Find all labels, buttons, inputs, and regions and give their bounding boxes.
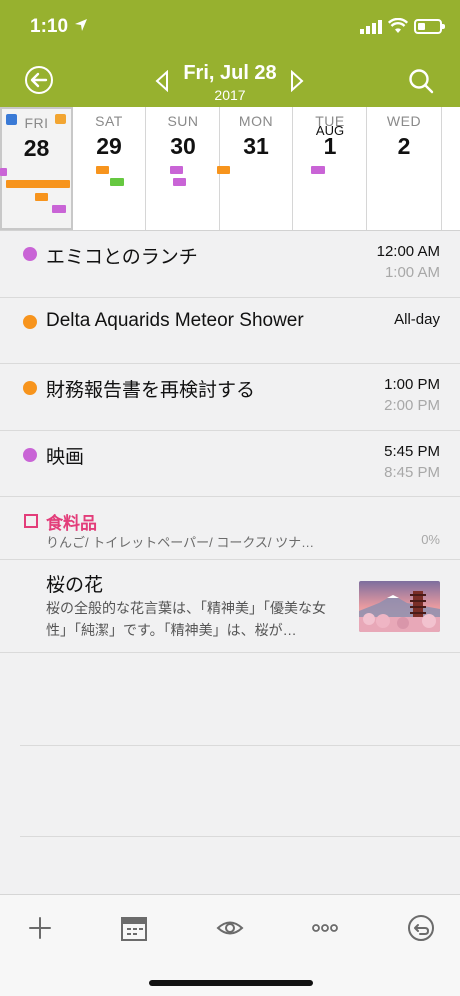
event-title: 映画 [46, 447, 85, 468]
agenda-list: エミコとのランチ 12:00 AM 1:00 AM Delta Aquarids… [0, 231, 460, 653]
event-title: エミコとのランチ [46, 247, 198, 268]
event-color-dot [23, 381, 37, 395]
day-name: WED [386, 113, 422, 129]
plus-icon[interactable] [25, 913, 55, 943]
day-cell-tue[interactable]: TUE AUG 1 [294, 107, 367, 230]
day-cell-sun[interactable]: SUN 30 [147, 107, 220, 230]
event-marker [96, 166, 109, 174]
next-day-button[interactable] [290, 70, 304, 92]
event-marker [217, 166, 230, 174]
date-title[interactable]: Fri, Jul 28 [0, 62, 460, 85]
event-color-dot [23, 448, 37, 462]
todo-items: りんご/ トイレットペーパー/ コークス/ ツナ… [46, 535, 315, 550]
event-marker [0, 168, 7, 176]
day-number: 2 [397, 133, 411, 159]
wifi-icon [388, 18, 408, 33]
day-name: FRI [24, 115, 49, 131]
eye-icon[interactable] [215, 913, 245, 943]
event-row[interactable]: 映画 5:45 PM 8:45 PM [0, 431, 460, 497]
event-row[interactable]: 財務報告書を再検討する 1:00 PM 2:00 PM [0, 364, 460, 431]
day-name: MON [238, 113, 274, 129]
day-cell-mon[interactable]: MON 31 [217, 107, 293, 230]
day-name: SAT [95, 113, 123, 129]
event-marker [110, 178, 124, 186]
search-button[interactable] [408, 68, 434, 94]
event-start-time: 1:00 PM [384, 376, 440, 393]
event-marker [35, 193, 48, 201]
day-number: 1 [323, 133, 337, 159]
day-number: 31 [243, 133, 269, 159]
week-strip: FRI 28 SAT 29 SUN 30 MON 31 TUE AUG 1 WE… [0, 107, 460, 231]
home-indicator [149, 980, 313, 986]
event-start-time: 5:45 PM [384, 443, 440, 460]
day-cell-fri[interactable]: FRI 28 [0, 107, 73, 230]
day-number: 30 [170, 133, 196, 159]
divider [20, 745, 460, 746]
date-year: 2017 [214, 87, 246, 103]
signal-icon [360, 20, 382, 34]
todo-row[interactable]: 食料品 りんご/ トイレットペーパー/ コークス/ ツナ… 0% [0, 497, 460, 560]
event-end-time: 8:45 PM [384, 464, 440, 481]
day-number: 28 [23, 135, 50, 161]
event-end-time: 2:00 PM [384, 397, 440, 414]
todo-checkbox[interactable] [24, 514, 38, 528]
event-marker [6, 180, 70, 188]
event-color-dot [23, 247, 37, 261]
memo-body: 桜の全般的な花言葉は、「精神美」「優美な女性」「純潔」です。「精神美」は、桜が… [46, 600, 326, 638]
todo-title: 食料品 [46, 514, 97, 533]
header-bar: 1:10 Fri, Jul 28 2017 [0, 0, 460, 107]
event-color-dot [23, 315, 37, 329]
app-screen: 1:10 Fri, Jul 28 2017 FRI 28 SAT 29 SUN … [0, 0, 460, 996]
more-icon[interactable] [310, 913, 340, 943]
undo-icon[interactable] [406, 913, 436, 943]
event-row[interactable]: エミコとのランチ 12:00 AM 1:00 AM [0, 231, 460, 298]
memo-thumbnail [359, 581, 440, 632]
memo-title: 桜の花 [46, 575, 104, 596]
event-start-time: 12:00 AM [376, 243, 440, 260]
event-title: 財務報告書を再検討する [46, 380, 256, 401]
memo-row[interactable]: 桜の花 桜の全般的な花言葉は、「精神美」「優美な女性」「純潔」です。「精神美」は… [0, 560, 460, 653]
divider [20, 836, 460, 837]
day-cell-sat[interactable]: SAT 29 [73, 107, 146, 230]
calendar-icon[interactable] [119, 913, 149, 943]
event-title: Delta Aquarids Meteor Shower [46, 310, 304, 331]
event-marker [311, 166, 325, 174]
status-time: 1:10 [30, 16, 69, 37]
event-start-time: All-day [394, 311, 440, 328]
event-end-time: 1:00 AM [384, 264, 440, 281]
event-marker [52, 205, 66, 213]
location-arrow-icon [75, 19, 87, 31]
todo-progress: 0% [421, 532, 440, 547]
day-number: 29 [96, 133, 122, 159]
event-row[interactable]: Delta Aquarids Meteor Shower All-day [0, 298, 460, 364]
day-name: SUN [167, 113, 199, 129]
event-marker [170, 166, 183, 174]
battery-icon [414, 19, 445, 34]
event-marker [173, 178, 186, 186]
day-cell-wed[interactable]: WED 2 [367, 107, 442, 230]
